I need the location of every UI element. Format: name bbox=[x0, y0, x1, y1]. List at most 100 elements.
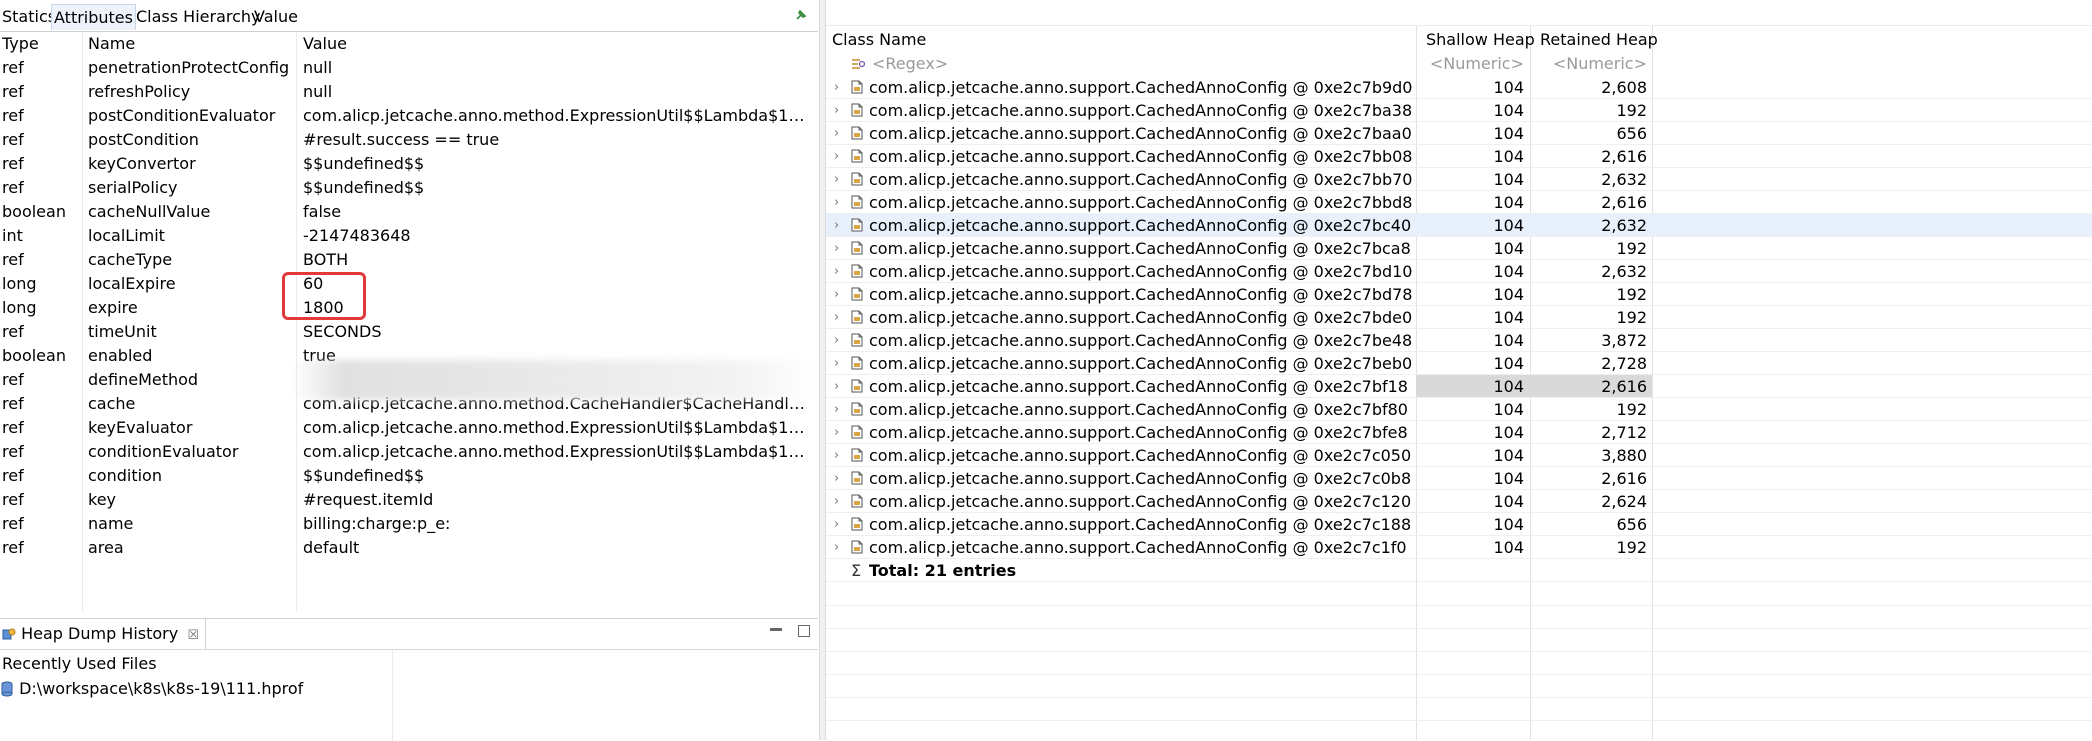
class-table-row[interactable]: › com.alicp.jetcache.anno.support.CachedA… bbox=[826, 352, 2092, 375]
chevron-right-icon[interactable]: › bbox=[834, 283, 839, 306]
tab-class-hierarchy[interactable]: Class Hierarchy bbox=[134, 4, 263, 30]
tab-attributes[interactable]: Attributes bbox=[51, 4, 136, 30]
chevron-right-icon[interactable]: › bbox=[834, 122, 839, 145]
attribute-value: 60 bbox=[303, 274, 324, 293]
attribute-value: 1800 bbox=[303, 298, 344, 317]
class-table-row[interactable]: › com.alicp.jetcache.anno.support.CachedA… bbox=[826, 490, 2092, 513]
attribute-row[interactable]: ref cacheType BOTH bbox=[0, 248, 818, 272]
chevron-right-icon[interactable]: › bbox=[834, 168, 839, 191]
attribute-row[interactable]: ref serialPolicy $$undefined$$ bbox=[0, 176, 818, 200]
chevron-right-icon[interactable]: › bbox=[834, 513, 839, 536]
chevron-right-icon[interactable]: › bbox=[834, 490, 839, 513]
class-table-row[interactable]: › com.alicp.jetcache.anno.support.CachedA… bbox=[826, 76, 2092, 99]
object-instance-icon bbox=[851, 195, 863, 209]
chevron-right-icon[interactable]: › bbox=[834, 214, 839, 237]
recent-file-item[interactable]: D:\workspace\k8s\k8s-19\111.hprof bbox=[0, 677, 303, 701]
class-table-row[interactable]: › com.alicp.jetcache.anno.support.CachedA… bbox=[826, 237, 2092, 260]
class-table-row[interactable]: › com.alicp.jetcache.anno.support.CachedA… bbox=[826, 444, 2092, 467]
class-table-row[interactable]: › com.alicp.jetcache.anno.support.CachedA… bbox=[826, 467, 2092, 490]
chevron-right-icon[interactable]: › bbox=[834, 375, 839, 398]
chevron-right-icon[interactable]: › bbox=[834, 352, 839, 375]
class-instance-name: com.alicp.jetcache.anno.support.CachedAn… bbox=[869, 124, 1412, 143]
shallow-heap-value: 104 bbox=[1493, 147, 1524, 166]
pane-splitter[interactable] bbox=[819, 0, 826, 740]
retained-heap-value: 2,616 bbox=[1601, 377, 1647, 396]
header-retained-heap[interactable]: Retained Heap bbox=[1540, 28, 1658, 52]
class-table-row[interactable]: › com.alicp.jetcache.anno.support.CachedA… bbox=[826, 260, 2092, 283]
tab-statics[interactable]: Statics bbox=[0, 4, 58, 30]
header-type[interactable]: Type bbox=[2, 32, 82, 56]
attribute-row[interactable]: long localExpire 60 bbox=[0, 272, 818, 296]
class-table-row[interactable]: › com.alicp.jetcache.anno.support.CachedA… bbox=[826, 421, 2092, 444]
chevron-right-icon[interactable]: › bbox=[834, 306, 839, 329]
class-table-row[interactable]: › com.alicp.jetcache.anno.support.CachedA… bbox=[826, 306, 2092, 329]
chevron-right-icon[interactable]: › bbox=[834, 191, 839, 214]
class-table-row[interactable]: › com.alicp.jetcache.anno.support.CachedA… bbox=[826, 168, 2092, 191]
attribute-value: #request.itemId bbox=[303, 490, 434, 509]
shallow-heap-filter[interactable]: <Numeric> bbox=[1416, 52, 1524, 76]
class-table-row[interactable]: › com.alicp.jetcache.anno.support.CachedA… bbox=[826, 99, 2092, 122]
attribute-row[interactable]: ref keyEvaluator com.alicp.jetcache.anno.m… bbox=[0, 416, 818, 440]
shallow-heap-value: 104 bbox=[1493, 78, 1524, 97]
attribute-row[interactable]: boolean cacheNullValue false bbox=[0, 200, 818, 224]
attribute-row[interactable]: ref postCondition #result.success == true bbox=[0, 128, 818, 152]
attribute-row[interactable]: ref timeUnit SECONDS bbox=[0, 320, 818, 344]
attribute-row[interactable]: ref keyConvertor $$undefined$$ bbox=[0, 152, 818, 176]
heap-dump-icon bbox=[2, 628, 16, 640]
attribute-type: ref bbox=[2, 490, 24, 509]
class-table-row[interactable]: › com.alicp.jetcache.anno.support.CachedA… bbox=[826, 375, 2092, 398]
chevron-right-icon[interactable]: › bbox=[834, 421, 839, 444]
maximize-icon[interactable] bbox=[798, 625, 810, 637]
attribute-row[interactable]: ref penetrationProtectConfig null bbox=[0, 56, 818, 80]
close-icon[interactable]: ☒ bbox=[187, 628, 199, 643]
chevron-right-icon[interactable]: › bbox=[834, 398, 839, 421]
class-table-row[interactable]: › com.alicp.jetcache.anno.support.CachedA… bbox=[826, 513, 2092, 536]
attribute-type: ref bbox=[2, 442, 24, 461]
class-table-row[interactable]: › com.alicp.jetcache.anno.support.CachedA… bbox=[826, 536, 2092, 559]
tab-value[interactable]: Value bbox=[252, 4, 300, 30]
chevron-right-icon[interactable]: › bbox=[834, 260, 839, 283]
attribute-row[interactable]: ref area default bbox=[0, 536, 818, 560]
header-value[interactable]: Value bbox=[303, 32, 808, 56]
class-table-row[interactable]: › com.alicp.jetcache.anno.support.CachedA… bbox=[826, 214, 2092, 237]
attribute-row[interactable]: long expire 1800 bbox=[0, 296, 818, 320]
attribute-row[interactable]: ref refreshPolicy null bbox=[0, 80, 818, 104]
attribute-type: ref bbox=[2, 322, 24, 341]
chevron-right-icon[interactable]: › bbox=[834, 76, 839, 99]
class-table-row[interactable]: › com.alicp.jetcache.anno.support.CachedA… bbox=[826, 122, 2092, 145]
tab-heap-dump-history[interactable]: Heap Dump History ☒ bbox=[0, 619, 206, 649]
attribute-row[interactable]: int localLimit -2147483648 bbox=[0, 224, 818, 248]
attribute-row[interactable]: ref postConditionEvaluator com.alicp.jetca… bbox=[0, 104, 818, 128]
total-entries-label: Total: 21 entries bbox=[869, 561, 1017, 580]
chevron-right-icon[interactable]: › bbox=[834, 444, 839, 467]
object-instance-icon bbox=[851, 379, 863, 393]
chevron-right-icon[interactable]: › bbox=[834, 237, 839, 260]
shallow-heap-value: 104 bbox=[1493, 216, 1524, 235]
chevron-right-icon[interactable]: › bbox=[834, 329, 839, 352]
header-class-name[interactable]: Class Name bbox=[832, 28, 926, 52]
attribute-row[interactable]: ref conditionEvaluator com.alicp.jetcache.… bbox=[0, 440, 818, 464]
class-name-filter[interactable]: <Regex> bbox=[872, 52, 948, 76]
object-instance-icon bbox=[851, 310, 863, 324]
class-table-row[interactable]: › com.alicp.jetcache.anno.support.CachedA… bbox=[826, 329, 2092, 352]
pin-icon[interactable] bbox=[794, 8, 808, 22]
attributes-header: Type Name Value bbox=[0, 32, 818, 56]
attribute-row[interactable]: ref condition $$undefined$$ bbox=[0, 464, 818, 488]
class-table-row[interactable]: › com.alicp.jetcache.anno.support.CachedA… bbox=[826, 398, 2092, 421]
attributes-table: Type Name Value ref penetrationProtectCon… bbox=[0, 32, 818, 612]
attribute-row[interactable]: ref key #request.itemId bbox=[0, 488, 818, 512]
class-table-row[interactable]: › com.alicp.jetcache.anno.support.CachedA… bbox=[826, 191, 2092, 214]
chevron-right-icon[interactable]: › bbox=[834, 145, 839, 168]
chevron-right-icon[interactable]: › bbox=[834, 536, 839, 559]
header-shallow-heap[interactable]: Shallow Heap bbox=[1426, 28, 1535, 52]
class-instance-name: com.alicp.jetcache.anno.support.CachedAn… bbox=[869, 78, 1413, 97]
retained-heap-filter[interactable]: <Numeric> bbox=[1531, 52, 1647, 76]
chevron-right-icon[interactable]: › bbox=[834, 99, 839, 122]
class-table-row[interactable]: › com.alicp.jetcache.anno.support.CachedA… bbox=[826, 283, 2092, 306]
class-instance-name: com.alicp.jetcache.anno.support.CachedAn… bbox=[869, 469, 1412, 488]
class-table-row[interactable]: › com.alicp.jetcache.anno.support.CachedA… bbox=[826, 145, 2092, 168]
attribute-row[interactable]: ref name billing:charge:p_e: bbox=[0, 512, 818, 536]
chevron-right-icon[interactable]: › bbox=[834, 467, 839, 490]
header-name[interactable]: Name bbox=[88, 32, 293, 56]
minimize-icon[interactable] bbox=[770, 628, 782, 631]
